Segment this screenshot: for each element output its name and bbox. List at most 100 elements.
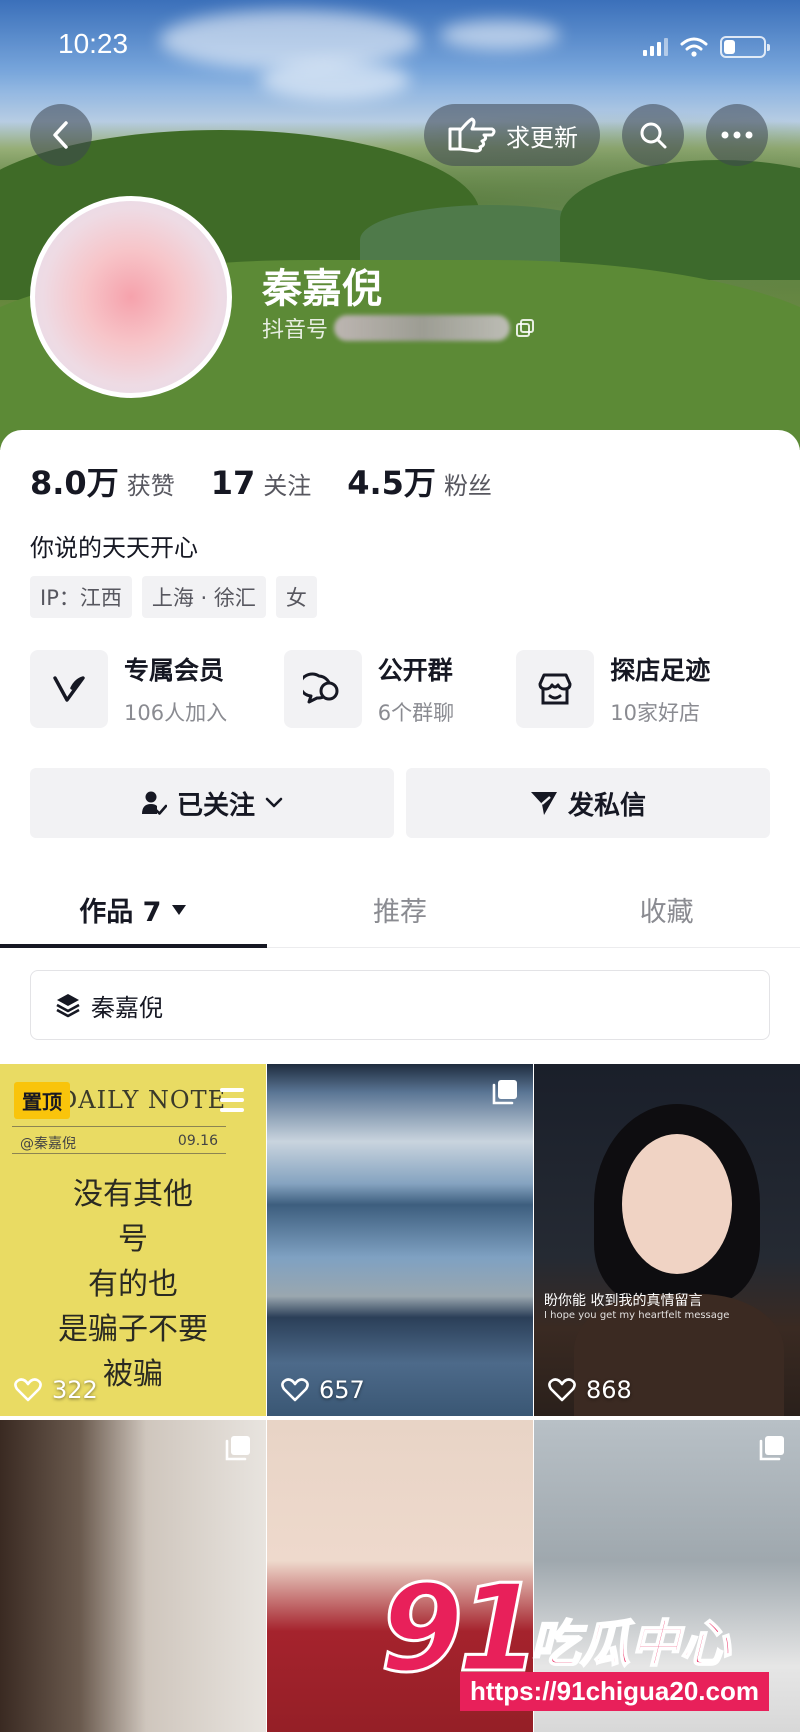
stat-likes[interactable]: 8.0万 获赞 bbox=[30, 458, 175, 504]
search-button[interactable] bbox=[622, 104, 684, 166]
note-author: @秦嘉倪 bbox=[20, 1136, 76, 1152]
profile-name: 秦嘉倪 bbox=[262, 266, 382, 312]
collection-bar[interactable]: 秦嘉倪 bbox=[30, 970, 770, 1040]
status-time: 10:23 bbox=[58, 28, 129, 59]
feature-group-chat[interactable]: 公开群 6个群聊 bbox=[283, 650, 516, 728]
note-header: DAILY NOTE bbox=[58, 1086, 227, 1114]
tab-label: 收藏 bbox=[639, 897, 694, 928]
like-count: 322 bbox=[14, 1376, 98, 1404]
vip-v-icon bbox=[30, 650, 108, 728]
request-update-button[interactable]: 求更新 bbox=[424, 104, 600, 166]
search-icon bbox=[640, 122, 667, 149]
action-row: 已关注 发私信 bbox=[30, 768, 770, 838]
heart-icon bbox=[281, 1378, 309, 1402]
like-count-value: 868 bbox=[586, 1376, 632, 1404]
note-meta: @秦嘉倪 09.16 bbox=[12, 1126, 226, 1154]
store-icon bbox=[516, 650, 595, 728]
tab-recommend[interactable]: 推荐 bbox=[267, 872, 534, 947]
douyin-id: 抖音号 bbox=[262, 312, 535, 344]
profile-tags: IP：江西 上海 · 徐汇 女 bbox=[30, 576, 317, 618]
stat-value: 17 bbox=[210, 464, 256, 502]
feature-subtitle: 6个群聊 bbox=[377, 701, 455, 725]
stat-label: 关注 bbox=[263, 472, 312, 500]
bio-text: 你说的天天开心 bbox=[30, 534, 198, 562]
video-thumbnail[interactable]: DAILY NOTE @秦嘉倪 09.16 没有其他 号 有的也 是骗子不要 被… bbox=[0, 1064, 266, 1416]
signal-icon bbox=[643, 38, 668, 56]
menu-lines-icon bbox=[220, 1088, 244, 1118]
pointing-hand-icon bbox=[448, 117, 496, 153]
feature-title: 专属会员 bbox=[124, 656, 225, 685]
gallery-icon bbox=[759, 1436, 784, 1461]
heart-icon bbox=[14, 1378, 42, 1402]
tab-label: 作品 7 bbox=[79, 897, 162, 928]
tab-works[interactable]: 作品 7 bbox=[0, 872, 267, 948]
tag-location: 上海 · 徐汇 bbox=[141, 576, 266, 618]
message-label: 发私信 bbox=[567, 790, 646, 821]
blurred-id-value bbox=[334, 315, 511, 341]
user-check-icon bbox=[141, 791, 167, 815]
video-thumbnail[interactable]: 657 bbox=[267, 1064, 533, 1416]
more-button[interactable] bbox=[706, 104, 768, 166]
status-icons bbox=[643, 36, 770, 58]
message-button[interactable]: 发私信 bbox=[406, 768, 770, 838]
gallery-icon bbox=[492, 1080, 517, 1105]
cloud bbox=[440, 20, 560, 50]
chevron-down-icon bbox=[265, 797, 283, 808]
video-thumbnail[interactable] bbox=[0, 1420, 266, 1732]
watermark-text: 吃瓜中心 bbox=[529, 1614, 731, 1674]
feature-subtitle: 106人加入 bbox=[124, 701, 228, 725]
douyin-id-prefix: 抖音号 bbox=[262, 318, 329, 343]
note-text-line: 有的也 bbox=[88, 1267, 178, 1302]
following-label: 已关注 bbox=[176, 790, 255, 821]
note-date: 09.16 bbox=[177, 1133, 218, 1149]
caption-cn: 盼你能 收到我的真情留言 bbox=[544, 1293, 703, 1309]
like-count-value: 322 bbox=[52, 1376, 98, 1404]
feature-subtitle: 10家好店 bbox=[610, 701, 700, 725]
feature-title: 公开群 bbox=[377, 656, 453, 685]
stat-followers[interactable]: 4.5万 粉丝 bbox=[347, 458, 492, 504]
more-dots-icon bbox=[721, 131, 753, 139]
following-button[interactable]: 已关注 bbox=[30, 768, 394, 838]
battery-icon bbox=[720, 36, 770, 58]
feature-title: 探店足迹 bbox=[610, 656, 711, 685]
chevron-left-icon bbox=[53, 121, 68, 149]
feature-row: 专属会员 106人加入 公开群 6个群聊 探店足迹 10家好店 bbox=[30, 650, 770, 728]
feature-store-visits[interactable]: 探店足迹 10家好店 bbox=[516, 650, 770, 728]
portrait-face bbox=[622, 1134, 732, 1274]
gallery-icon bbox=[225, 1436, 250, 1461]
back-button[interactable] bbox=[30, 104, 92, 166]
tag-gender: 女 bbox=[275, 576, 317, 618]
wifi-icon bbox=[680, 37, 708, 57]
stat-label: 获赞 bbox=[126, 472, 175, 500]
pinned-badge: 置顶 bbox=[14, 1082, 70, 1119]
collection-label: 秦嘉倪 bbox=[91, 993, 163, 1022]
stat-value: 4.5万 bbox=[347, 464, 436, 502]
video-thumbnail[interactable]: 盼你能 收到我的真情留言 I hope you get my heartfelt… bbox=[534, 1064, 800, 1416]
like-count-value: 657 bbox=[319, 1376, 365, 1404]
cloud bbox=[160, 10, 420, 70]
tab-label: 推荐 bbox=[373, 897, 427, 928]
layers-icon bbox=[56, 994, 80, 1018]
note-text: 没有其他 号 有的也 是骗子不要 被骗 bbox=[0, 1172, 266, 1397]
note-text-line: 没有其他 bbox=[73, 1177, 193, 1212]
caret-down-icon bbox=[172, 904, 187, 915]
stat-following[interactable]: 17 关注 bbox=[211, 464, 312, 502]
note-text-line: 号 bbox=[118, 1222, 148, 1257]
send-icon bbox=[530, 792, 557, 815]
watermark-url: https://91chigua20.com bbox=[460, 1672, 769, 1711]
stats-row: 8.0万 获赞 17 关注 4.5万 粉丝 bbox=[30, 458, 492, 504]
cloud bbox=[260, 60, 410, 100]
stat-label: 粉丝 bbox=[443, 472, 492, 500]
stat-value: 8.0万 bbox=[30, 464, 119, 502]
like-count: 657 bbox=[281, 1376, 365, 1404]
hill bbox=[560, 160, 800, 280]
site-watermark: 91 吃瓜中心 https://91chigua20.com bbox=[370, 1559, 790, 1732]
request-update-label: 求更新 bbox=[506, 123, 578, 152]
tab-favorites[interactable]: 收藏 bbox=[533, 872, 800, 947]
copy-icon[interactable] bbox=[516, 319, 535, 337]
avatar[interactable] bbox=[30, 196, 232, 398]
heart-icon bbox=[548, 1378, 576, 1402]
video-caption: 盼你能 收到我的真情留言 I hope you get my heartfelt… bbox=[544, 1290, 729, 1321]
feature-membership[interactable]: 专属会员 106人加入 bbox=[30, 650, 284, 728]
group-chat-icon bbox=[283, 650, 362, 728]
